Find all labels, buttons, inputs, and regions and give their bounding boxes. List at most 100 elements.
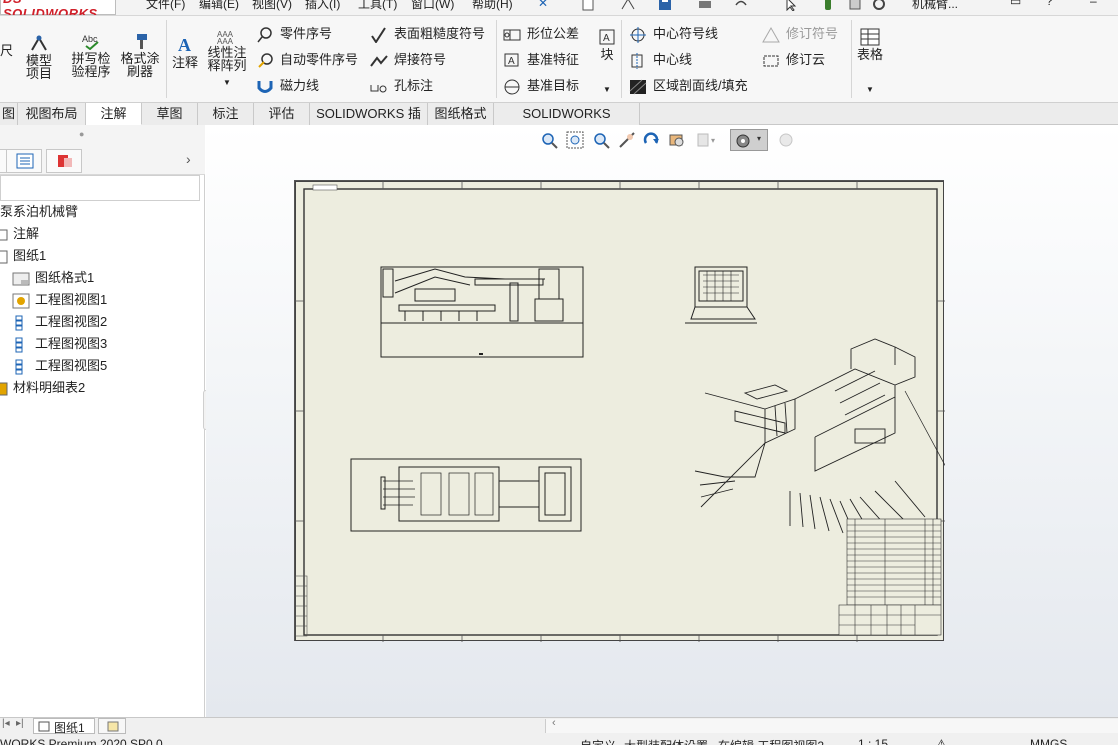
auto-balloon-button[interactable]: 自动零件序号 — [256, 51, 358, 69]
tree-item-sheet-format1[interactable]: 图纸格式1 — [12, 268, 94, 288]
pin-icon[interactable]: ✕ — [538, 0, 548, 10]
display-style-icon[interactable] — [668, 131, 686, 149]
tab-sketch[interactable]: 草图 — [142, 103, 198, 125]
block-label: 块 — [600, 47, 614, 62]
svg-text:A: A — [508, 56, 515, 67]
status-scale[interactable]: 1 : 15 — [858, 737, 888, 745]
graphics-area[interactable]: ▾ ▾ — [206, 125, 1118, 717]
add-sheet-button[interactable] — [98, 718, 126, 734]
select-cursor-icon[interactable] — [783, 0, 799, 11]
ribbon-separator — [851, 20, 852, 98]
property-manager-tab[interactable] — [6, 149, 42, 173]
spell-checker-button[interactable]: Abc 拼写检验程序 — [68, 32, 114, 78]
block-dropdown-icon[interactable]: ▼ — [596, 83, 618, 96]
traffic-light-icon[interactable] — [820, 0, 836, 11]
menu-edit[interactable]: 编辑(E) — [199, 0, 239, 12]
rebuild-status-icon[interactable]: ⚠ — [936, 737, 947, 745]
zoom-to-area-icon[interactable] — [566, 131, 584, 149]
sheet-tab-sheet1[interactable]: 图纸1 — [33, 718, 95, 735]
menu-file[interactable]: 文件(F) — [146, 0, 185, 12]
tab-annotation[interactable]: 注解 — [86, 103, 142, 125]
horizontal-scrollbar[interactable]: ‹ — [545, 717, 1118, 733]
tab-view-layout[interactable]: 视图布局 — [18, 103, 86, 125]
new-doc-icon[interactable] — [580, 0, 596, 11]
scroll-prev-sheet-icon[interactable]: ▸| — [16, 718, 24, 729]
print-icon[interactable] — [697, 0, 713, 11]
scroll-left-icon[interactable]: ‹ — [552, 717, 556, 729]
save-icon[interactable] — [657, 0, 673, 11]
chevron-right-icon[interactable]: › — [186, 151, 191, 167]
tree-item-drawing-view2[interactable]: 工程图视图2 — [12, 312, 107, 332]
menu-help[interactable]: 帮助(H) — [472, 0, 513, 12]
minimize-icon[interactable]: – — [1090, 0, 1097, 8]
undo-icon[interactable] — [733, 0, 749, 11]
surface-finish-button[interactable]: 表面粗糙度符号 — [370, 25, 485, 43]
tab-solidworks-inspection[interactable]: SOLIDWORKS Inspection — [494, 103, 640, 142]
ribbon-separator — [496, 20, 497, 98]
help-icon[interactable]: ? — [1046, 0, 1053, 8]
config-manager-tab[interactable] — [46, 149, 82, 173]
tab-evaluate[interactable]: 评估 — [254, 103, 310, 125]
tree-item-drawing-view3[interactable]: 工程图视图3 — [12, 334, 107, 354]
file-properties-icon[interactable] — [847, 0, 863, 11]
centerline-label: 中心线 — [653, 52, 693, 67]
tree-item-bom2[interactable]: 材料明细表2 — [0, 378, 85, 398]
section-view-icon[interactable] — [618, 131, 636, 149]
status-units[interactable]: MMGS — [1030, 737, 1067, 745]
table-dropdown-icon[interactable]: ▼ — [854, 83, 886, 96]
tree-item-annotations[interactable]: 注解 — [0, 224, 39, 244]
scroll-first-sheet-icon[interactable]: |◂ — [2, 718, 10, 729]
tree-filter-input[interactable] — [0, 175, 200, 201]
menu-insert[interactable]: 插入(I) — [305, 0, 340, 12]
tree-item-drawing-view5[interactable]: 工程图视图5 — [12, 356, 107, 376]
centerline-button[interactable]: 中心线 — [629, 51, 692, 69]
menu-window[interactable]: 窗口(W) — [411, 0, 454, 12]
options-gear-icon[interactable] — [871, 0, 887, 11]
center-mark-button[interactable]: 中心符号线 — [629, 25, 718, 43]
hide-show-items-icon[interactable]: ▾ — [696, 131, 718, 149]
view-setting-button[interactable]: ▾ — [730, 129, 768, 151]
rebuild-icon[interactable] — [620, 0, 636, 11]
hole-callout-button[interactable]: 孔标注 — [370, 77, 433, 95]
block-button[interactable]: A 块 ▼ — [596, 28, 618, 96]
model-items-button[interactable]: 模型项目 — [18, 34, 60, 80]
sheet-format-icon — [12, 272, 30, 286]
command-manager-tabs: 图 视图布局 注解 草图 标注 评估 SOLIDWORKS 插件 图纸格式 SO… — [0, 102, 1118, 142]
zoom-to-fit-icon[interactable] — [540, 131, 558, 149]
drawing-sheet[interactable] — [294, 180, 945, 642]
view-settings-dropdown-icon[interactable]: ▾ — [757, 134, 761, 143]
previous-view-icon[interactable] — [592, 131, 610, 149]
revision-symbol-button[interactable]: 修订符号 — [762, 25, 838, 43]
area-hatch-button[interactable]: 区域剖面线/填充 — [629, 77, 748, 95]
note-button[interactable]: A 注释 — [170, 34, 200, 69]
apply-scene-icon[interactable] — [778, 132, 794, 148]
format-painter-button[interactable]: 格式涂刷器 — [118, 32, 162, 78]
revision-cloud-button[interactable]: 修订云 — [762, 51, 825, 69]
table-icon — [860, 28, 880, 46]
tab-sheet-format[interactable]: 图纸格式 — [428, 103, 494, 125]
dropdown-arrow-icon[interactable]: ▼ — [205, 76, 249, 89]
area-hatch-label: 区域剖面线/填充 — [653, 78, 748, 93]
tree-item-drawing-view1[interactable]: 工程图视图1 — [12, 290, 107, 310]
tab-drawing[interactable]: 图 — [0, 103, 18, 125]
datum-feature-button[interactable]: A 基准特征 — [503, 51, 579, 69]
geometric-tolerance-button[interactable]: 形位公差 — [503, 25, 579, 43]
weld-symbol-button[interactable]: 焊接符号 — [370, 51, 446, 69]
magnetic-line-button[interactable]: 磁力线 — [256, 77, 319, 95]
table-button[interactable]: 表格 ▼ — [854, 28, 886, 96]
smart-dimension-button[interactable]: 尺 — [0, 44, 13, 57]
tab-markup[interactable]: 标注 — [198, 103, 254, 125]
center-mark-label: 中心符号线 — [653, 26, 719, 41]
rotate-view-icon[interactable] — [642, 131, 660, 149]
balloon-button[interactable]: 零件序号 — [256, 25, 332, 43]
balloon-label: 零件序号 — [280, 26, 333, 41]
datum-target-button[interactable]: 基准目标 — [503, 77, 579, 95]
search-box[interactable]: ▭ — [1010, 0, 1021, 8]
menu-view[interactable]: 视图(V) — [252, 0, 292, 12]
linear-note-pattern-button[interactable]: AAA AAA 线性注释阵列 ▼ — [205, 28, 249, 89]
tree-item-sheet1[interactable]: 图纸1 — [0, 246, 46, 266]
panel-grip[interactable]: ● — [0, 125, 205, 147]
tree-root[interactable]: 泵系泊机械臂 — [0, 202, 78, 222]
menu-tools[interactable]: 工具(T) — [358, 0, 397, 12]
tab-solidworks-addins[interactable]: SOLIDWORKS 插件 — [310, 103, 428, 142]
